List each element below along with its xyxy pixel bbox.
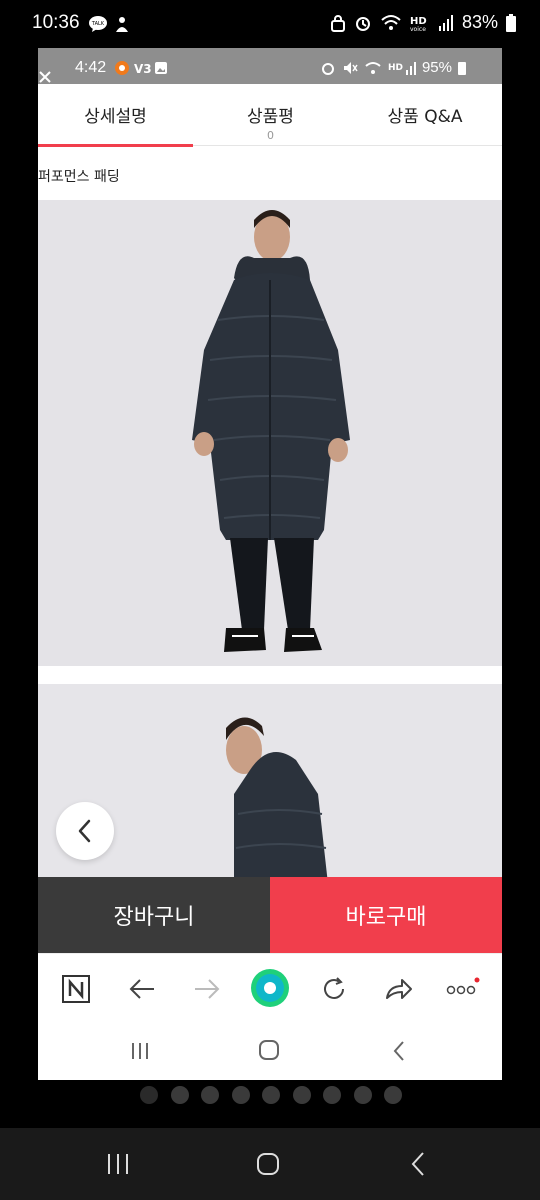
mute-icon [343,61,358,74]
signal-icon [438,14,453,31]
image-notification-icon [155,62,167,74]
refresh-button[interactable] [317,972,351,1006]
inner-status-bar: 4:42 V3 HD 95% [38,48,502,84]
close-icon[interactable] [38,70,52,84]
page-dot[interactable] [384,1086,402,1104]
purchase-bar: 장바구니 바로구매 [38,877,502,953]
app-notification-icon [116,17,128,32]
buy-now-button[interactable]: 바로구매 [270,877,502,953]
mirrored-screen: 4:42 V3 HD 95% 상세설명 상품평 0 상품 Q&A 퍼포먼스 패딩… [38,48,502,1080]
tab-reviews[interactable]: 상품평 0 [193,84,348,146]
padded-coat-closeup-image [38,684,502,884]
device-status-bar: 10:36 TALK HD voice 83% [0,0,540,48]
home-icon[interactable] [256,1152,280,1176]
page-dot[interactable] [140,1086,158,1104]
wifi-icon [365,61,381,74]
forward-nav-button[interactable] [190,972,224,1006]
wifi-icon [381,14,401,30]
share-icon [386,979,412,999]
page-indicator [140,1086,402,1104]
review-count: 0 [267,129,274,142]
tab-description[interactable]: 상세설명 [38,84,193,147]
product-title: 퍼포먼스 패딩 [38,169,120,185]
product-image [38,684,502,884]
kakaotalk-notification-icon: TALK [89,16,107,32]
tab-label: 상품평 [247,107,294,127]
back-nav-button[interactable] [125,972,159,1006]
home-icon[interactable] [258,1039,280,1061]
chevron-left-icon [78,819,91,843]
app-notification-icon [115,61,129,75]
inner-status-icons: HD 95% [320,59,466,76]
back-arrow-icon [129,979,154,999]
svg-text:TALK: TALK [91,21,105,27]
product-image [38,200,502,666]
browser-toolbar [38,953,502,1023]
page-dot[interactable] [292,1086,311,1104]
add-to-cart-button[interactable]: 장바구니 [38,877,270,953]
svg-text:V3: V3 [134,62,152,76]
hd-signal-icon: HD [388,61,416,75]
padded-coat-model-image [38,200,502,666]
green-circle-icon [251,969,289,1007]
hd-voice-icon: HD voice [410,16,427,32]
svg-text:voice: voice [410,26,426,32]
page-dot[interactable] [231,1086,250,1104]
back-button[interactable] [56,802,114,860]
svg-text:HD: HD [388,63,403,73]
status-time: 10:36 [32,12,80,33]
alarm-icon [355,16,370,31]
inner-navigation-bar [38,1023,502,1080]
battery-icon [458,61,466,75]
battery-icon [506,13,516,32]
recent-apps-icon[interactable] [130,1041,150,1061]
page-dot[interactable] [353,1086,372,1104]
inner-battery-percent: 95% [421,59,452,76]
page-dot[interactable] [170,1086,189,1104]
inner-status-time: 4:42 [75,59,107,76]
recent-apps-icon[interactable] [106,1152,130,1176]
forward-arrow-icon [195,979,220,999]
page-dot[interactable] [262,1086,280,1104]
device-navigation-bar [0,1128,540,1200]
v3-notification-icon: V3 [134,62,152,76]
more-icon [446,977,480,995]
page-dot[interactable] [201,1086,219,1104]
refresh-icon [324,977,344,999]
product-tabs: 상세설명 상품평 0 상품 Q&A [38,84,502,147]
more-button[interactable] [446,972,480,1006]
page-dot[interactable] [323,1086,341,1104]
n-home-button[interactable] [59,972,93,1006]
alarm-icon [321,62,334,75]
tab-label: 상품 Q&A [387,107,463,127]
green-dot-button[interactable] [250,968,290,1008]
tab-qna[interactable]: 상품 Q&A [348,84,502,146]
n-home-icon [62,975,90,1003]
lock-notification-icon [330,14,345,32]
share-button[interactable] [382,972,416,1006]
tab-label: 상세설명 [84,107,147,127]
back-icon[interactable] [392,1040,406,1062]
battery-percent: 83% [461,12,498,32]
status-icons: HD voice 83% [330,12,516,33]
back-icon[interactable] [410,1151,426,1177]
